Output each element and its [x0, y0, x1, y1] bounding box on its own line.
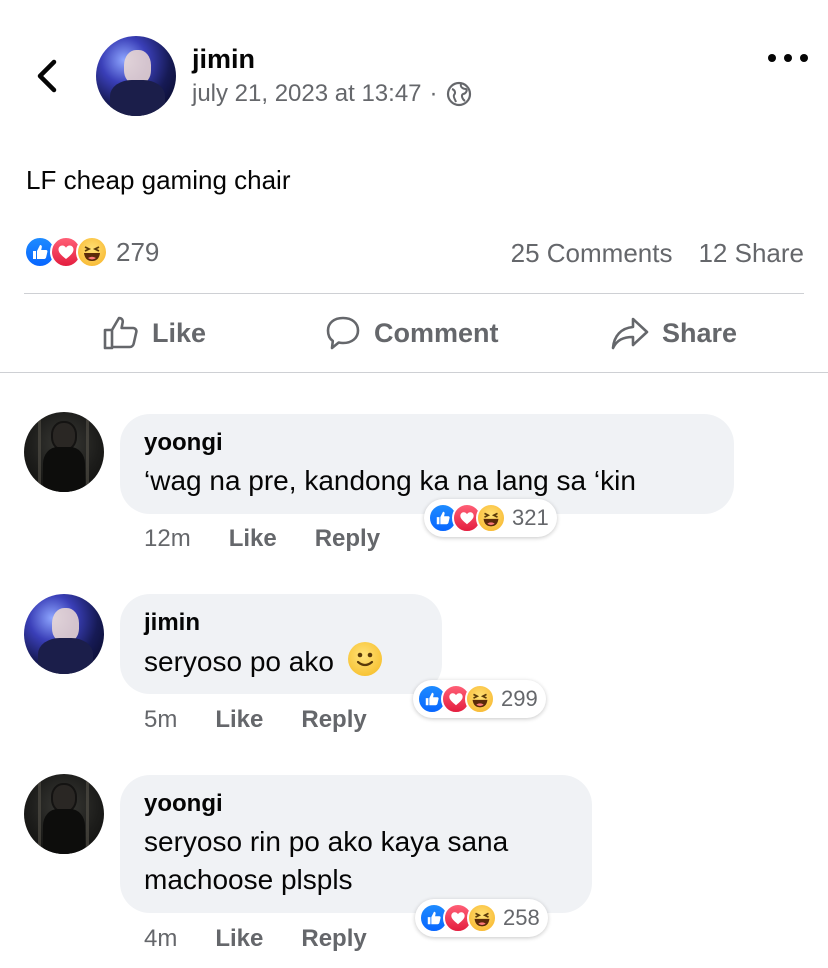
haha-reaction-icon — [476, 503, 506, 533]
haha-reaction-icon — [465, 684, 495, 714]
share-button[interactable]: Share — [610, 310, 737, 356]
comment-actions: 4m Like Reply — [144, 925, 367, 953]
more-options-button[interactable] — [768, 46, 808, 70]
post-meta: july 21, 2023 at 13:47 · — [192, 80, 472, 108]
comment-author[interactable]: jimin — [144, 608, 418, 638]
globe-icon — [446, 81, 471, 107]
haha-reaction-icon — [467, 903, 497, 933]
post-author-name[interactable]: jimin — [192, 44, 255, 75]
post-stats: 279 25 Comments 12 Share — [24, 236, 804, 272]
comment-avatar[interactable] — [24, 412, 104, 492]
post-text: LF cheap gaming chair — [26, 165, 291, 195]
comment-actions: 12m Like Reply — [144, 525, 380, 553]
comment-actions: 5m Like Reply — [144, 706, 367, 734]
comment-author[interactable]: yoongi — [144, 789, 568, 819]
meta-separator: · — [429, 80, 438, 107]
post-author-avatar[interactable] — [96, 36, 176, 116]
like-button[interactable]: Like — [102, 310, 206, 356]
comment-like-button[interactable]: Like — [215, 925, 263, 953]
comment-text-line: seryoso rin po ako kaya sana — [144, 826, 509, 857]
like-button-label: Like — [152, 317, 207, 348]
comment-text: seryoso po ako — [144, 646, 334, 677]
comment-reaction-count: 258 — [503, 905, 540, 930]
comment-bubble: yoongi seryoso rin po ako kaya sana mach… — [120, 775, 592, 913]
haha-reaction-icon — [76, 236, 108, 268]
comment-button-label: Comment — [374, 317, 499, 348]
comment-text: ‘wag na pre, kandong ka na lang sa ‘kin — [144, 465, 636, 496]
share-arrow-icon — [611, 317, 649, 350]
comment-time: 4m — [144, 925, 178, 952]
comment-bubble: yoongi ‘wag na pre, kandong ka na lang s… — [120, 414, 734, 514]
comments-count-link[interactable]: 25 Comments — [511, 238, 673, 269]
post-reactions[interactable]: 279 — [24, 236, 159, 268]
comment-text-line: machoose plspls — [144, 864, 353, 895]
comment-icon — [326, 316, 360, 350]
comment-like-button[interactable]: Like — [229, 525, 277, 553]
comment-like-button[interactable]: Like — [215, 706, 263, 734]
comment-button[interactable]: Comment — [324, 310, 499, 356]
divider — [24, 293, 804, 294]
comment-time: 12m — [144, 525, 191, 552]
comment-text: seryoso rin po ako kaya sana machoose pl… — [144, 823, 568, 899]
more-dot-icon — [768, 54, 776, 62]
back-button[interactable] — [30, 56, 66, 96]
smiling-face-emoji-icon — [347, 642, 382, 676]
comment-reactions[interactable]: 299 — [413, 680, 546, 718]
more-dot-icon — [800, 54, 808, 62]
shares-count-link[interactable]: 12 Share — [698, 238, 804, 269]
comment-time: 5m — [144, 706, 178, 733]
thumbs-up-icon — [103, 316, 138, 350]
comment-text-row: seryoso po ako — [144, 642, 418, 681]
comment-reply-button[interactable]: Reply — [315, 525, 380, 553]
comment-reply-button[interactable]: Reply — [301, 925, 366, 953]
comment-reaction-count: 299 — [501, 686, 538, 711]
more-dot-icon — [784, 54, 792, 62]
comment-reaction-count: 321 — [512, 505, 549, 530]
comment-reactions[interactable]: 321 — [424, 499, 557, 537]
comment-avatar[interactable] — [24, 774, 104, 854]
comment-avatar[interactable] — [24, 594, 104, 674]
reaction-count: 279 — [116, 236, 160, 267]
comment-bubble: jimin seryoso po ako — [120, 594, 442, 694]
chevron-left-icon — [37, 59, 57, 93]
post-timestamp[interactable]: july 21, 2023 at 13:47 — [192, 80, 422, 108]
divider — [0, 372, 828, 373]
comment-author[interactable]: yoongi — [144, 428, 710, 458]
share-button-label: Share — [662, 317, 738, 348]
comment-reactions[interactable]: 258 — [415, 899, 548, 937]
comment-reply-button[interactable]: Reply — [301, 706, 366, 734]
